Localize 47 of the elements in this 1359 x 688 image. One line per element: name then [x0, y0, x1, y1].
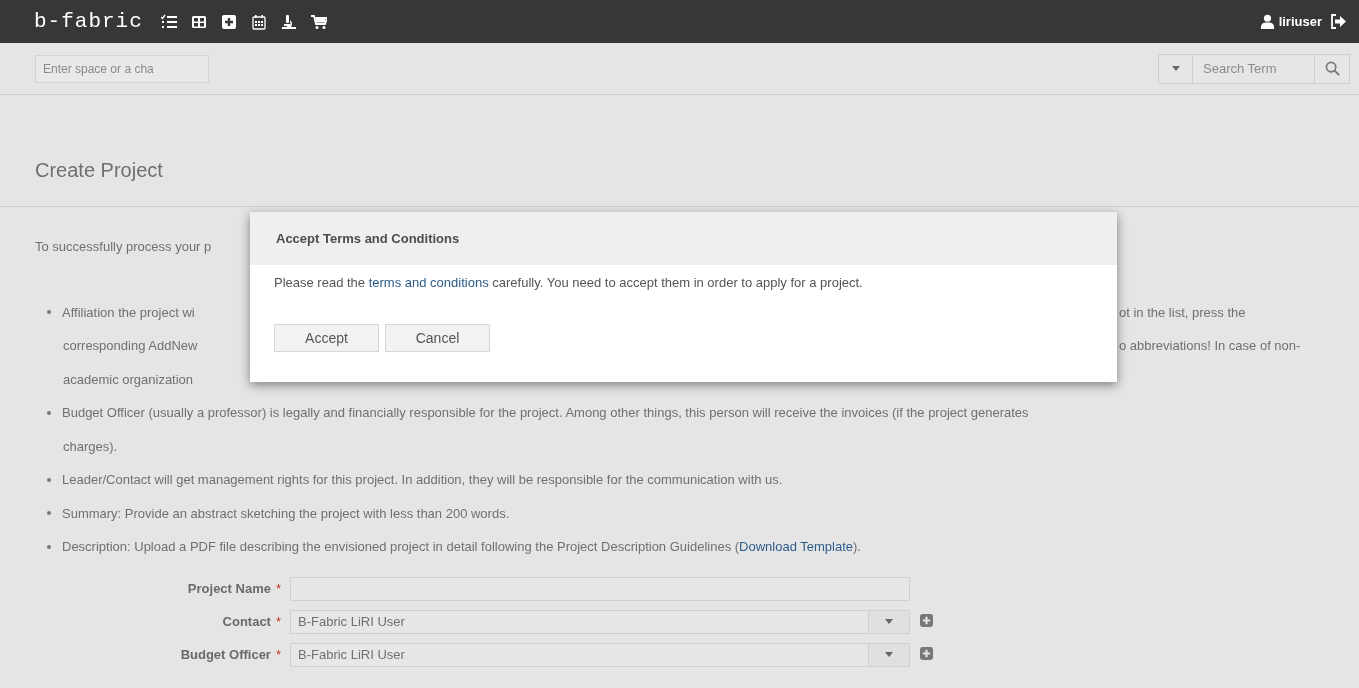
- search-button[interactable]: [1314, 53, 1350, 84]
- body-text: To successfully process your p: [35, 239, 212, 255]
- body-text: Budget Officer (usually a professor) is legally and financially responsible for the project. Among other things, this person will receive the invoices (if the project generates: [62, 405, 1029, 421]
- select-field[interactable]: B-Fabric LiRI User: [290, 609, 910, 634]
- microscope-icon[interactable]: [280, 13, 297, 30]
- bullet: [47, 511, 51, 516]
- bullet: [47, 544, 51, 549]
- body-text: Leader/Contact will get management rights for this project. In addition, they will be responsible for the communication with us.: [62, 472, 783, 488]
- accept-button[interactable]: Accept: [274, 324, 379, 352]
- cancel-button[interactable]: Cancel: [385, 324, 490, 352]
- logo[interactable]: b-fabric: [34, 10, 143, 33]
- body-text: o abbreviations! In case of non-: [1119, 338, 1302, 354]
- calendar-icon[interactable]: [250, 13, 267, 30]
- bullet: [47, 410, 51, 415]
- select-field[interactable]: B-Fabric LiRI User: [290, 642, 910, 667]
- plus-square-icon[interactable]: [220, 13, 237, 30]
- list-check-icon[interactable]: [160, 13, 177, 30]
- body-text: Description: Upload a PDF file describing the envisioned project in detail following the Project Description Guidelines (Download Template).: [62, 539, 861, 555]
- body-text: Summary: Provide an abstract sketching the project with less than 200 words.: [62, 505, 510, 521]
- table-icon[interactable]: [190, 13, 207, 30]
- cart-icon[interactable]: [310, 13, 327, 30]
- username[interactable]: liriuser: [1278, 14, 1322, 29]
- dialog-message: Please read the terms and conditions carefully. You need to accept them in order to apply for a project.: [273, 274, 864, 292]
- field-label: Project Name *: [186, 581, 282, 596]
- body-text: academic organization: [63, 371, 194, 387]
- user-icon: [1259, 14, 1275, 29]
- body-text: corresponding AddNew: [63, 338, 198, 354]
- field-label: Contact *: [221, 614, 282, 629]
- bullet: [47, 477, 51, 482]
- page-title: Create Project: [35, 159, 163, 182]
- quick-search-field[interactable]: Enter space or a cha: [35, 54, 209, 83]
- body-text: ot in the list, press the: [1119, 304, 1247, 320]
- caret-icon: [1171, 66, 1180, 71]
- sign-out-icon[interactable]: [1330, 14, 1347, 29]
- search-field[interactable]: Search Term: [1193, 53, 1314, 84]
- add-icon[interactable]: [920, 646, 933, 660]
- field-label: Budget Officer *: [179, 647, 282, 662]
- body-text: charges).: [63, 438, 118, 454]
- bullet: [47, 310, 51, 315]
- terms-link[interactable]: terms and conditions: [368, 275, 489, 290]
- caret-icon: [885, 652, 893, 657]
- add-icon[interactable]: [920, 613, 933, 627]
- download-link[interactable]: Download Template: [739, 539, 854, 555]
- search-icon: [1324, 61, 1340, 76]
- dialog-title: Accept Terms and Conditions: [250, 212, 1117, 265]
- body-text: Affiliation the project wi: [62, 304, 195, 320]
- caret-icon: [885, 619, 893, 624]
